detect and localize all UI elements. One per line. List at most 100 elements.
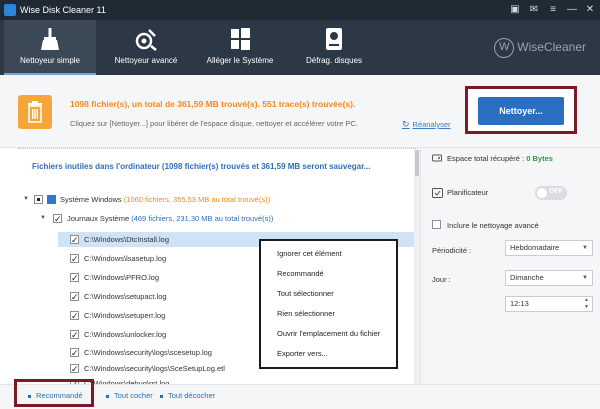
periodicity-select[interactable]: Hebdomadaire ▼	[505, 240, 593, 256]
group-name: Système Windows	[60, 195, 122, 204]
scan-result-text: 1098 fichier(s), un total de 361,59 MB t…	[70, 99, 356, 109]
periodicity-label: Périodicité :	[432, 246, 472, 255]
space-recovered-value: 0 Bytes	[526, 154, 553, 163]
day-select[interactable]: Dimanche ▼	[505, 270, 593, 286]
minimize-icon[interactable]: —	[565, 3, 579, 17]
chevron-down-icon: ▼	[582, 275, 588, 281]
tab-system-slimming-label: Alléger le Système	[206, 56, 274, 65]
file-checkbox[interactable]	[70, 233, 79, 248]
include-advanced-checkbox[interactable]	[432, 220, 441, 229]
periodicity-value: Hebdomadaire	[510, 243, 560, 252]
window-title: Wise Disk Cleaner 11	[20, 5, 106, 15]
scheduler-label: Planificateur	[447, 188, 489, 197]
day-value: Dimanche	[510, 273, 544, 282]
uncheck-all-link[interactable]: Tout décocher	[160, 391, 215, 400]
file-path: C:\Windows\security\logs\scesetup.log	[84, 348, 212, 357]
file-path: C:\Windows\debug\rst.log	[84, 379, 170, 384]
file-checkbox[interactable]	[70, 290, 79, 305]
nav-bar: Nettoyeur simple Nettoyeur avancé Allége…	[0, 20, 600, 75]
scan-hint-text: Cliquez sur [Nettoyer...] pour libérer d…	[70, 119, 358, 128]
windows-icon	[47, 195, 56, 204]
list-header: Fichiers inutiles dans l'ordinateur (109…	[32, 162, 371, 171]
context-menu: Ignorer cet élément Recommandé Tout séle…	[259, 239, 398, 369]
file-path: C:\Windows\DtcInstall.log	[84, 235, 170, 244]
file-row[interactable]: C:\Windows\debug\rst.log	[58, 376, 414, 384]
collapse-icon[interactable]: ▼	[23, 192, 29, 207]
broom-icon	[41, 28, 59, 50]
file-checkbox[interactable]	[70, 346, 79, 361]
time-spinner[interactable]: 12:13 ▲ ▼	[505, 296, 593, 312]
disk-icon	[432, 154, 442, 162]
toggle-state: OFF	[549, 188, 563, 195]
refresh-icon: ↻	[402, 119, 410, 129]
tree-group-windows[interactable]: ▼ Système Windows (1060 fichiers, 355,53…	[0, 192, 414, 207]
group-checkbox[interactable]	[34, 195, 43, 204]
menu-icon[interactable]: ≡	[546, 3, 560, 17]
file-path: C:\Windows\PFRO.log	[84, 273, 160, 282]
check-all-label: Tout cocher	[114, 391, 153, 400]
file-path: C:\Windows\setuperr.log	[84, 311, 166, 320]
group-info: (1060 fichiers, 355,53 MB au total trouv…	[123, 195, 271, 204]
settings-panel	[420, 148, 600, 384]
tab-system-slimming[interactable]: Alléger le Système	[194, 20, 286, 75]
reanalyse-label: Réanalyser	[412, 120, 451, 129]
file-checkbox[interactable]	[70, 362, 79, 377]
close-icon[interactable]: ✕	[583, 3, 597, 17]
bullet-icon	[160, 394, 163, 398]
file-path: C:\Windows\security\logs\SceSetupLog.etl	[84, 364, 225, 373]
reanalyse-link[interactable]: ↻ Réanalyser	[402, 119, 450, 130]
menu-item-select-all[interactable]: Tout sélectionner	[277, 289, 334, 298]
tab-advanced-cleaner-label: Nettoyeur avancé	[114, 56, 178, 65]
file-path: C:\Windows\unlocker.log	[84, 330, 167, 339]
scheduler-icon	[432, 188, 443, 198]
uncheck-all-label: Tout décocher	[168, 391, 216, 400]
toggle-knob	[537, 188, 547, 198]
include-advanced-label: Inclure le nettoyage avancé	[447, 221, 539, 230]
bullet-icon	[106, 394, 109, 398]
file-checkbox[interactable]	[70, 252, 79, 267]
menu-item-select-none[interactable]: Rien sélectionner	[277, 309, 335, 318]
file-path: C:\Windows\lsasetup.log	[84, 254, 167, 263]
app-icon	[4, 4, 16, 16]
tab-advanced-cleaner[interactable]: Nettoyeur avancé	[100, 20, 192, 75]
tab-simple-cleaner[interactable]: Nettoyeur simple	[4, 20, 96, 75]
trash-icon	[18, 95, 52, 129]
brand-logo: W WiseCleaner	[494, 38, 586, 58]
space-recovered: Espace total récupéré : 0 Bytes	[447, 154, 553, 163]
clean-button[interactable]: Nettoyer...	[478, 97, 564, 125]
tab-simple-cleaner-label: Nettoyeur simple	[19, 56, 81, 65]
recommended-label: Recommandé	[36, 391, 83, 400]
subgroup-info: (469 fichiers, 231,30 MB au total trouvé…	[131, 214, 274, 223]
title-bar: Wise Disk Cleaner 11 ▣ ✉ ≡ — ✕	[0, 0, 600, 20]
divider	[18, 148, 418, 149]
menu-item-recommended[interactable]: Recommandé	[277, 269, 324, 278]
tab-disk-defrag[interactable]: Défrag. disques	[288, 20, 380, 75]
menu-item-open-location[interactable]: Ouvrir l'emplacement du fichier	[277, 329, 380, 338]
spinner-arrows-icon[interactable]: ▲ ▼	[584, 297, 589, 311]
recommended-link[interactable]: Recommandé	[28, 391, 83, 400]
advanced-cleaner-icon	[135, 29, 157, 51]
file-checkbox[interactable]	[70, 328, 79, 343]
subgroup-checkbox[interactable]	[53, 212, 62, 227]
check-all-link[interactable]: Tout cocher	[106, 391, 153, 400]
space-recovered-label: Espace total récupéré :	[447, 154, 525, 163]
menu-item-ignore[interactable]: Ignorer cet élément	[277, 249, 342, 258]
wisecleaner-logo-icon: W	[494, 38, 515, 58]
time-value: 12:13	[510, 299, 529, 308]
file-checkbox[interactable]	[70, 271, 79, 286]
scheduler-toggle[interactable]: OFF	[535, 186, 567, 200]
bullet-icon	[28, 394, 31, 398]
file-checkbox[interactable]	[70, 309, 79, 324]
collapse-icon[interactable]: ▼	[40, 211, 46, 226]
scrollbar-thumb[interactable]	[415, 150, 419, 176]
windows-icon	[231, 28, 250, 50]
feedback-icon[interactable]: ✉	[527, 3, 541, 17]
file-path: C:\Windows\setupact.log	[84, 292, 167, 301]
menu-item-export[interactable]: Exporter vers...	[277, 349, 328, 358]
chevron-down-icon: ▼	[582, 245, 588, 251]
disk-defrag-icon	[326, 28, 342, 50]
brand-name: WiseCleaner	[517, 40, 586, 55]
skin-icon[interactable]: ▣	[508, 3, 522, 17]
tab-disk-defrag-label: Défrag. disques	[305, 56, 363, 65]
tree-subgroup-system-logs[interactable]: ▼ Journaux Système (469 fichiers, 231,30…	[0, 211, 414, 227]
